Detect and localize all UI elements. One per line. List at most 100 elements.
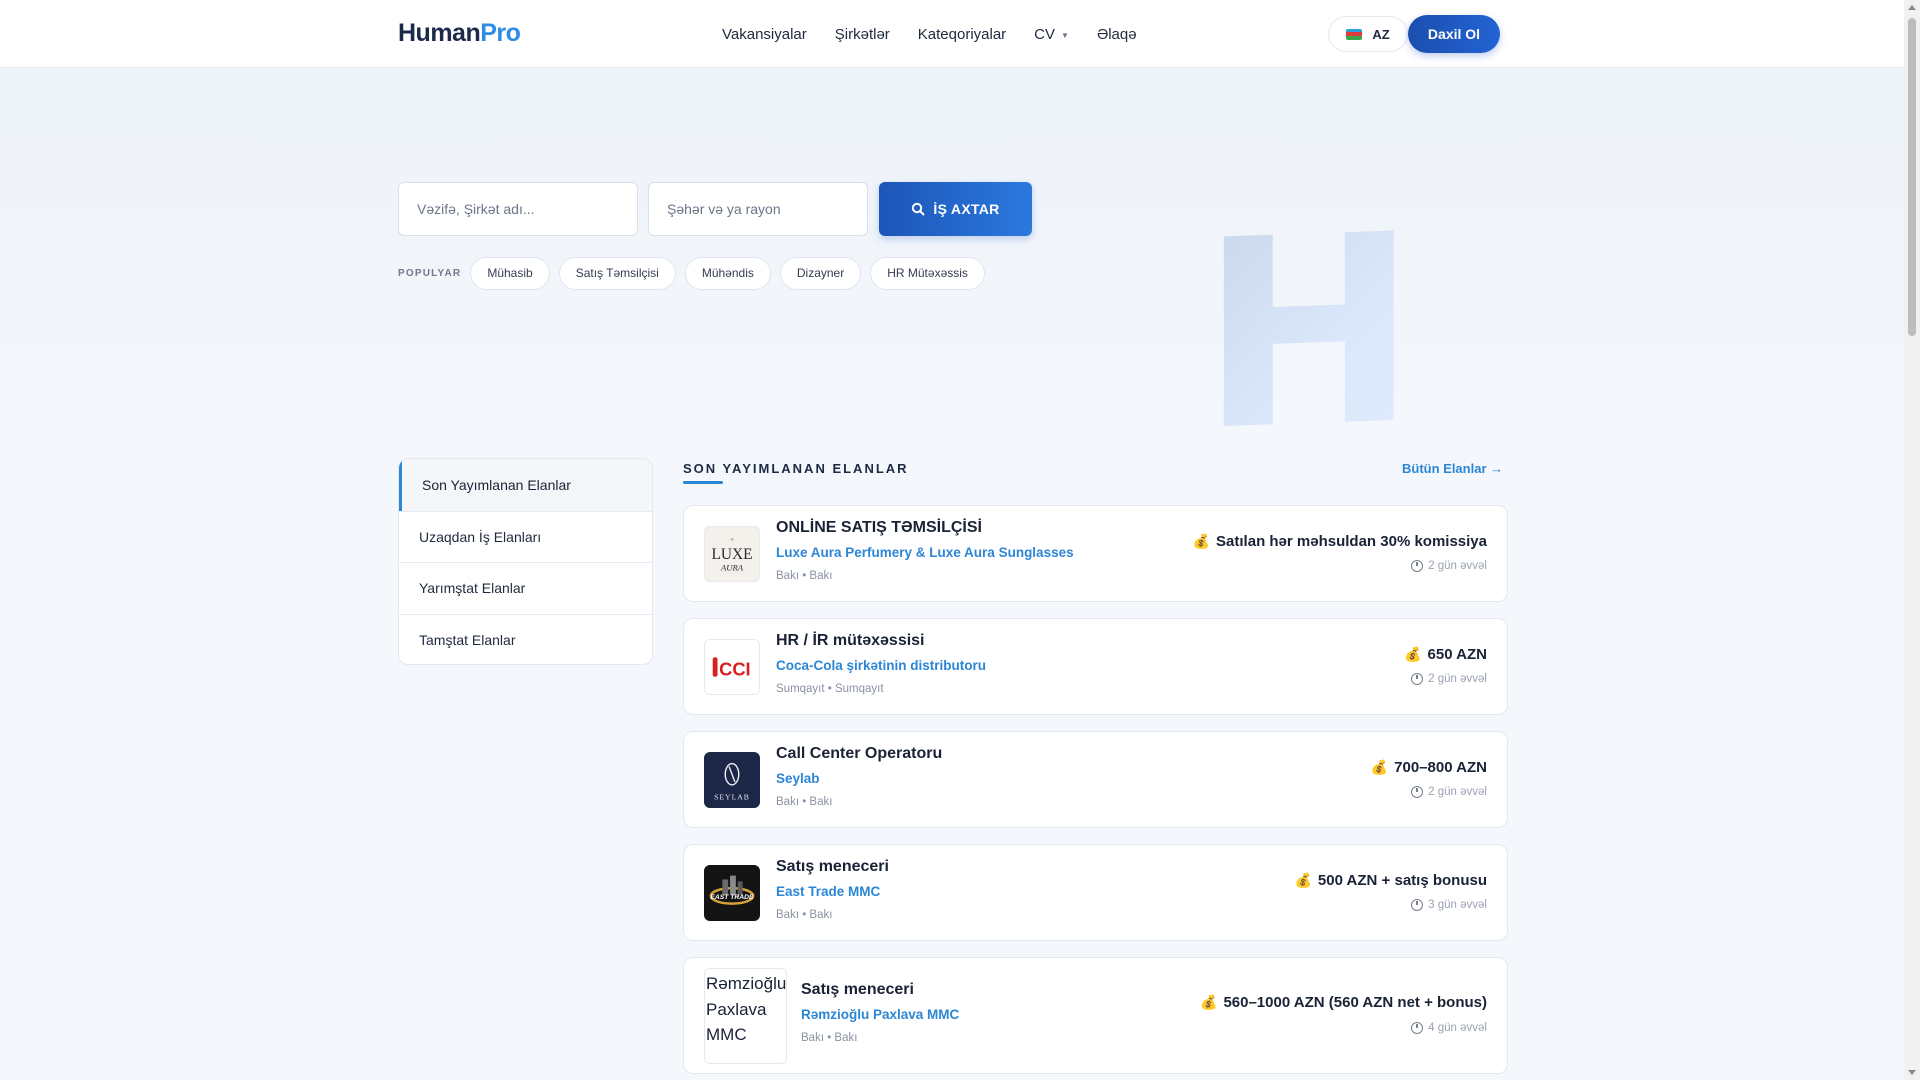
- job-title[interactable]: Satış meneceri: [801, 981, 914, 999]
- nav-elaqe[interactable]: Əlaqə: [1097, 26, 1137, 43]
- azerbaijan-flag-icon: [1346, 28, 1363, 40]
- posted-time: 3 gün əvvəl: [1411, 899, 1487, 911]
- sidebar-item-full-time[interactable]: Tamştat Elanlar: [399, 613, 652, 665]
- clock-icon: [1411, 673, 1424, 685]
- money-bag-icon: 💰: [1200, 994, 1218, 1010]
- company-logo-east-trade: EAST TRADE: [704, 865, 760, 921]
- nav-kateqoriyalar[interactable]: Kateqoriyalar: [918, 26, 1006, 43]
- svg-text:✦: ✦: [730, 536, 735, 543]
- job-salary: 💰 500 AZN + satış bonusu: [1294, 872, 1487, 889]
- company-name[interactable]: Coca-Cola şirkətinin distributoru: [776, 658, 986, 673]
- tag-muhendis[interactable]: Mühəndis: [684, 256, 771, 290]
- company-logo-seylab: SEYLAB: [704, 752, 760, 808]
- posted-time: 2 gün əvvəl: [1411, 673, 1487, 685]
- language-code: AZ: [1372, 26, 1390, 42]
- company-logo-cci: CCI: [704, 639, 760, 695]
- logo-pro: Pro: [480, 19, 521, 47]
- scroll-down-arrow-icon[interactable]: [1908, 1070, 1916, 1075]
- job-salary: 💰 560–1000 AZN (560 AZN net + bonus): [1200, 994, 1487, 1011]
- posted-time: 2 gün əvvəl: [1411, 786, 1487, 798]
- luxe-aura-logo-icon: ✦ LUXE AURA: [711, 536, 752, 572]
- sidebar-item-recent[interactable]: Son Yayımlanan Elanlar: [399, 459, 652, 511]
- east-trade-logo-icon: EAST TRADE: [709, 875, 755, 905]
- company-name[interactable]: Luxe Aura Perfumery & Luxe Aura Sunglass…: [776, 545, 1074, 560]
- city-search-input[interactable]: [648, 182, 868, 236]
- nav-vakansiyalar[interactable]: Vakansiyalar: [722, 26, 807, 43]
- salary-text: 700–800 AZN: [1394, 759, 1487, 776]
- job-salary: 💰 650 AZN: [1404, 646, 1487, 663]
- scroll-up-arrow-icon[interactable]: [1908, 5, 1916, 10]
- nav-cv-dropdown[interactable]: CV ▼: [1034, 26, 1069, 43]
- job-card[interactable]: CCI HR / İR mütəxəssisi Coca-Cola şirkət…: [683, 618, 1508, 715]
- login-button[interactable]: Daxil Ol: [1408, 15, 1500, 53]
- svg-text:SEYLAB: SEYLAB: [714, 792, 750, 801]
- tag-muhasib[interactable]: Mühasib: [470, 256, 550, 290]
- search-button-label: İŞ AXTAR: [933, 201, 1000, 217]
- sidebar-item-remote[interactable]: Uzaqdan İş Elanları: [399, 510, 652, 563]
- popular-label: POPULYAR: [398, 267, 462, 279]
- job-location: Bakı • Bakı: [801, 1032, 858, 1044]
- search-jobs-button[interactable]: İŞ AXTAR: [879, 182, 1032, 236]
- seylab-logo-icon: SEYLAB: [714, 762, 750, 801]
- posted-text: 2 gün əvvəl: [1428, 560, 1487, 572]
- company-name[interactable]: Seylab: [776, 771, 820, 786]
- job-title[interactable]: HR / İR mütəxəssisi: [776, 632, 925, 650]
- search-icon: [912, 202, 925, 216]
- clock-icon: [1411, 786, 1424, 798]
- svg-text:AURA: AURA: [720, 562, 744, 572]
- job-location: Bakı • Bakı: [776, 909, 833, 921]
- chevron-down-icon: ▼: [1061, 30, 1069, 40]
- posted-time: 4 gün əvvəl: [1411, 1022, 1487, 1034]
- all-listings-link[interactable]: Bütün Elanlar →: [1402, 461, 1503, 476]
- salary-text: 500 AZN + satış bonusu: [1317, 872, 1487, 889]
- posted-text: 3 gün əvvəl: [1428, 899, 1487, 911]
- svg-text:EAST TRADE: EAST TRADE: [710, 894, 754, 901]
- clock-icon: [1411, 560, 1424, 572]
- company-name[interactable]: East Trade MMC: [776, 884, 880, 899]
- money-bag-icon: 💰: [1192, 533, 1211, 549]
- salary-text: 560–1000 AZN (560 AZN net + bonus): [1223, 994, 1487, 1011]
- money-bag-icon: 💰: [1404, 646, 1422, 662]
- money-bag-icon: 💰: [1294, 872, 1312, 888]
- main-nav: Vakansiyalar Şirkətlər Kateqoriyalar CV …: [722, 0, 1137, 68]
- job-title[interactable]: Call Center Operatoru: [776, 745, 942, 763]
- posted-time: 2 gün əvvəl: [1411, 560, 1487, 572]
- job-title[interactable]: Satış meneceri: [776, 858, 889, 876]
- job-location: Sumqayıt • Sumqayıt: [776, 683, 884, 695]
- hero-section: H: [0, 68, 1904, 489]
- tag-hr-mutexessis[interactable]: HR Mütəxəssis: [870, 256, 985, 290]
- scrollbar-thumb[interactable]: [1908, 18, 1916, 336]
- site-logo[interactable]: HumanPro: [398, 19, 521, 48]
- nav-cv-label: CV: [1034, 25, 1056, 43]
- job-card[interactable]: ✦ LUXE AURA ONLİNE SATIŞ TƏMSİLÇİSİ Luxe…: [683, 505, 1508, 602]
- svg-text:CCI: CCI: [719, 659, 751, 680]
- logo-alt-text: Rəmzioğlu Paxlava MMC: [706, 974, 787, 1044]
- job-salary: 💰 Satılan hər məhsuldan 30% komissiya: [1193, 533, 1487, 550]
- job-card[interactable]: SEYLAB Call Center Operatoru Seylab Bakı…: [683, 731, 1508, 828]
- tag-satis-temsilcisi[interactable]: Satış Təmsilçisi: [558, 256, 676, 290]
- language-switcher[interactable]: AZ: [1328, 16, 1408, 52]
- popular-tags: POPULYAR Mühasib Satış Təmsilçisi Mühənd…: [398, 256, 985, 290]
- job-search-input[interactable]: [398, 182, 638, 236]
- job-card[interactable]: Rəmzioğlu Paxlava MMC Satış meneceri Rəm…: [683, 957, 1508, 1074]
- clock-icon: [1411, 1022, 1424, 1034]
- nav-sirketler[interactable]: Şirkətlər: [835, 26, 890, 43]
- company-logo-remzioglu-broken: Rəmzioğlu Paxlava MMC: [704, 968, 787, 1064]
- sidebar-item-part-time[interactable]: Yarımştat Elanlar: [399, 562, 652, 614]
- tag-dizayner[interactable]: Dizayner: [779, 256, 862, 290]
- clock-icon: [1411, 899, 1424, 911]
- job-location: Bakı • Bakı: [776, 796, 833, 808]
- top-navbar: HumanPro Vakansiyalar Şirkətlər Kateqori…: [0, 0, 1904, 68]
- company-logo-luxe-aura: ✦ LUXE AURA: [704, 526, 760, 582]
- job-title[interactable]: ONLİNE SATIŞ TƏMSİLÇİSİ: [776, 519, 982, 537]
- section-title-underline: [683, 481, 723, 484]
- job-location: Bakı • Bakı: [776, 570, 833, 582]
- section-title: SON YAYIMLANAN ELANLAR: [683, 461, 909, 476]
- page-scrollbar[interactable]: [1904, 0, 1920, 1080]
- company-name[interactable]: Rəmzioğlu Paxlava MMC: [801, 1007, 959, 1022]
- logo-human: Human: [398, 19, 481, 47]
- job-card[interactable]: EAST TRADE Satış meneceri East Trade MMC…: [683, 844, 1508, 941]
- hero-decorative-letter: H: [1200, 179, 1418, 489]
- cci-logo-icon: CCI: [712, 657, 751, 680]
- money-bag-icon: 💰: [1370, 759, 1389, 775]
